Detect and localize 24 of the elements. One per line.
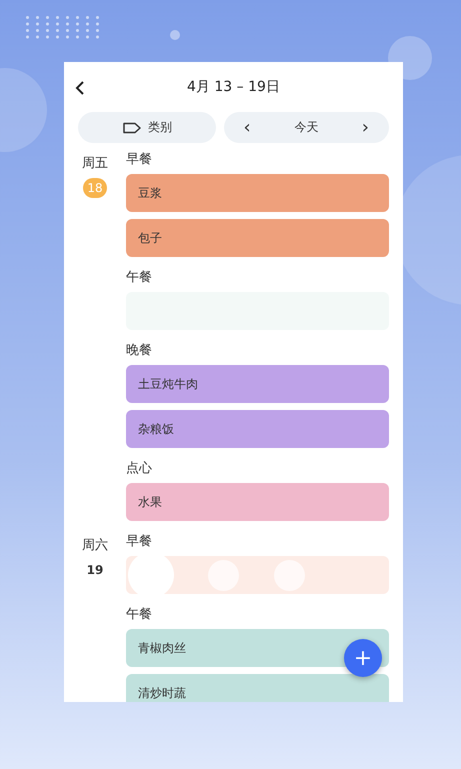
meal-item[interactable]: 土豆炖牛肉 [126,365,389,403]
date-number: 19 [86,562,104,579]
meal-item[interactable]: 豆浆 [126,174,389,212]
weekday-label: 周五 [82,155,108,172]
meal-item[interactable]: 包子 [126,219,389,257]
meal-label: 午餐 [126,271,153,285]
previous-button[interactable]: ‹ [244,117,251,138]
meal-label: 早餐 [126,153,153,167]
decor-circle [170,30,180,40]
chevron-left-icon [74,80,86,96]
meal-item[interactable]: 杂粮饭 [126,410,389,448]
category-button[interactable]: 类别 [78,112,216,143]
today-button[interactable]: 今天 [294,119,318,136]
meal-item[interactable]: 水果 [126,483,389,521]
weekday-label: 周六 [82,537,108,554]
meal-label: 点心 [126,462,153,476]
week-range-title: 4月 13 – 19日 [187,78,280,96]
tag-icon [122,122,142,134]
date-number: 18 [83,178,107,198]
meal-label: 午餐 [126,608,153,622]
meal-label: 晚餐 [126,344,153,358]
meal-label: 早餐 [126,535,153,549]
next-button[interactable]: › [362,117,369,138]
meal-item[interactable]: 清炒时蔬 [126,674,389,702]
